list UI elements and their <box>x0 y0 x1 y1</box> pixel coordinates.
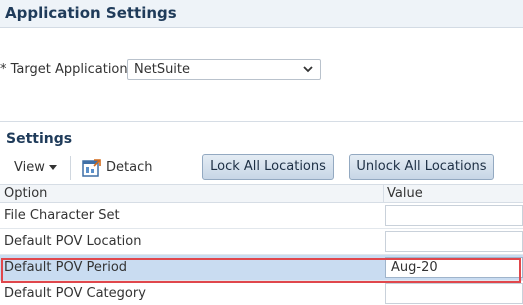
settings-toolbar: View Detach Lock All Locations Unlock Al… <box>0 152 523 184</box>
value-field[interactable] <box>385 257 523 278</box>
option-label: Default POV Category <box>4 286 146 301</box>
chevron-down-icon <box>303 66 313 73</box>
target-application-value: NetSuite <box>134 62 191 77</box>
table-row-selected[interactable]: Default POV Period <box>0 255 523 281</box>
view-menu[interactable]: View <box>14 160 57 175</box>
target-application-select[interactable]: NetSuite <box>127 59 321 80</box>
value-field[interactable] <box>385 231 523 252</box>
table-row[interactable]: File Character Set <box>0 203 523 229</box>
section-divider <box>0 121 523 122</box>
option-label: Default POV Period <box>4 260 128 275</box>
option-label: File Character Set <box>4 208 120 223</box>
target-application-row: * Target Application NetSuite <box>0 57 523 83</box>
target-application-label: * Target Application <box>0 62 128 77</box>
value-field[interactable] <box>385 205 523 226</box>
toolbar-separator <box>70 156 71 180</box>
option-label: Default POV Location <box>4 234 142 249</box>
grid-header: Option Value <box>0 184 523 203</box>
settings-heading: Settings <box>6 131 73 147</box>
page-title: Application Settings <box>5 4 177 22</box>
settings-grid: Option Value File Character Set Default … <box>0 184 523 305</box>
view-menu-label: View <box>14 160 45 175</box>
app-header: Application Settings <box>0 0 523 28</box>
column-header-value[interactable]: Value <box>387 186 423 201</box>
detach-icon <box>82 159 101 177</box>
lock-all-locations-button[interactable]: Lock All Locations <box>202 154 334 180</box>
value-field[interactable] <box>385 283 523 304</box>
table-row[interactable]: Default POV Category <box>0 281 523 305</box>
column-separator <box>383 185 384 203</box>
table-row[interactable]: Default POV Location <box>0 229 523 255</box>
detach-label: Detach <box>106 160 153 175</box>
unlock-all-locations-button[interactable]: Unlock All Locations <box>349 154 494 180</box>
caret-down-icon <box>48 165 57 170</box>
column-header-option[interactable]: Option <box>4 186 47 201</box>
